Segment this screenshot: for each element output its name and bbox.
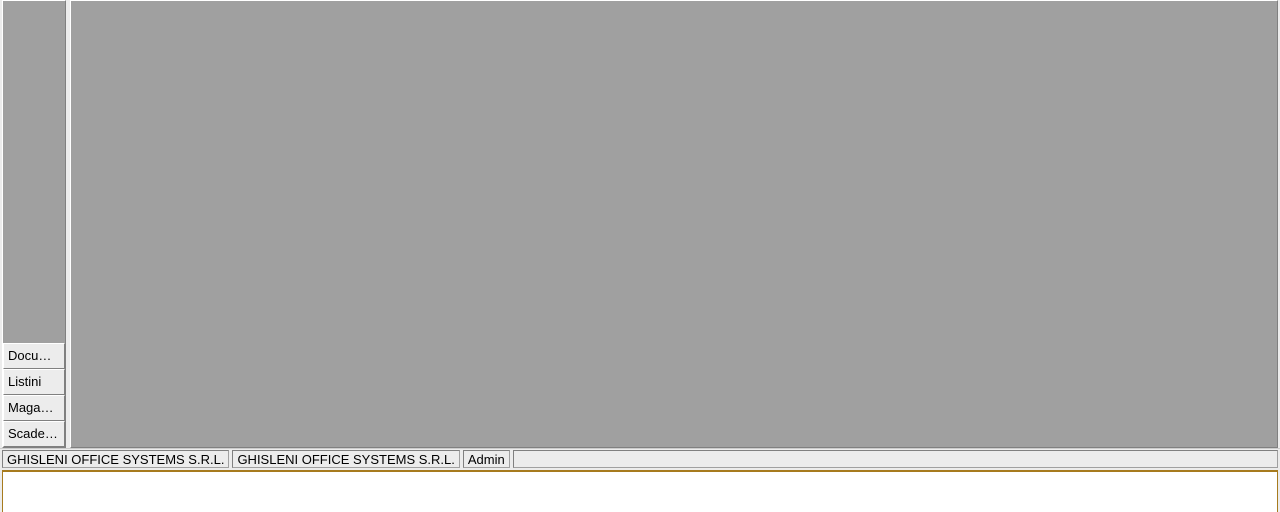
sidebar-item-listini[interactable]: Listini xyxy=(3,369,65,395)
main-area: Docu… Listini Maga… Scade… xyxy=(0,0,1280,448)
sidebar-content-panel xyxy=(3,1,65,343)
status-company-secondary: GHISLENI OFFICE SYSTEMS S.R.L. xyxy=(232,450,459,468)
bottom-panel xyxy=(2,470,1278,512)
sidebar-item-magazzino[interactable]: Maga… xyxy=(3,395,65,421)
status-bar: GHISLENI OFFICE SYSTEMS S.R.L. GHISLENI … xyxy=(0,448,1280,468)
sidebar-items: Docu… Listini Maga… Scade… xyxy=(3,343,65,447)
sidebar: Docu… Listini Maga… Scade… xyxy=(2,0,66,448)
status-spacer xyxy=(513,450,1278,468)
content-area xyxy=(70,0,1278,448)
sidebar-item-documents[interactable]: Docu… xyxy=(3,343,65,369)
status-company-primary: GHISLENI OFFICE SYSTEMS S.R.L. xyxy=(2,450,229,468)
sidebar-item-scadenze[interactable]: Scade… xyxy=(3,421,65,447)
status-user: Admin xyxy=(463,450,510,468)
